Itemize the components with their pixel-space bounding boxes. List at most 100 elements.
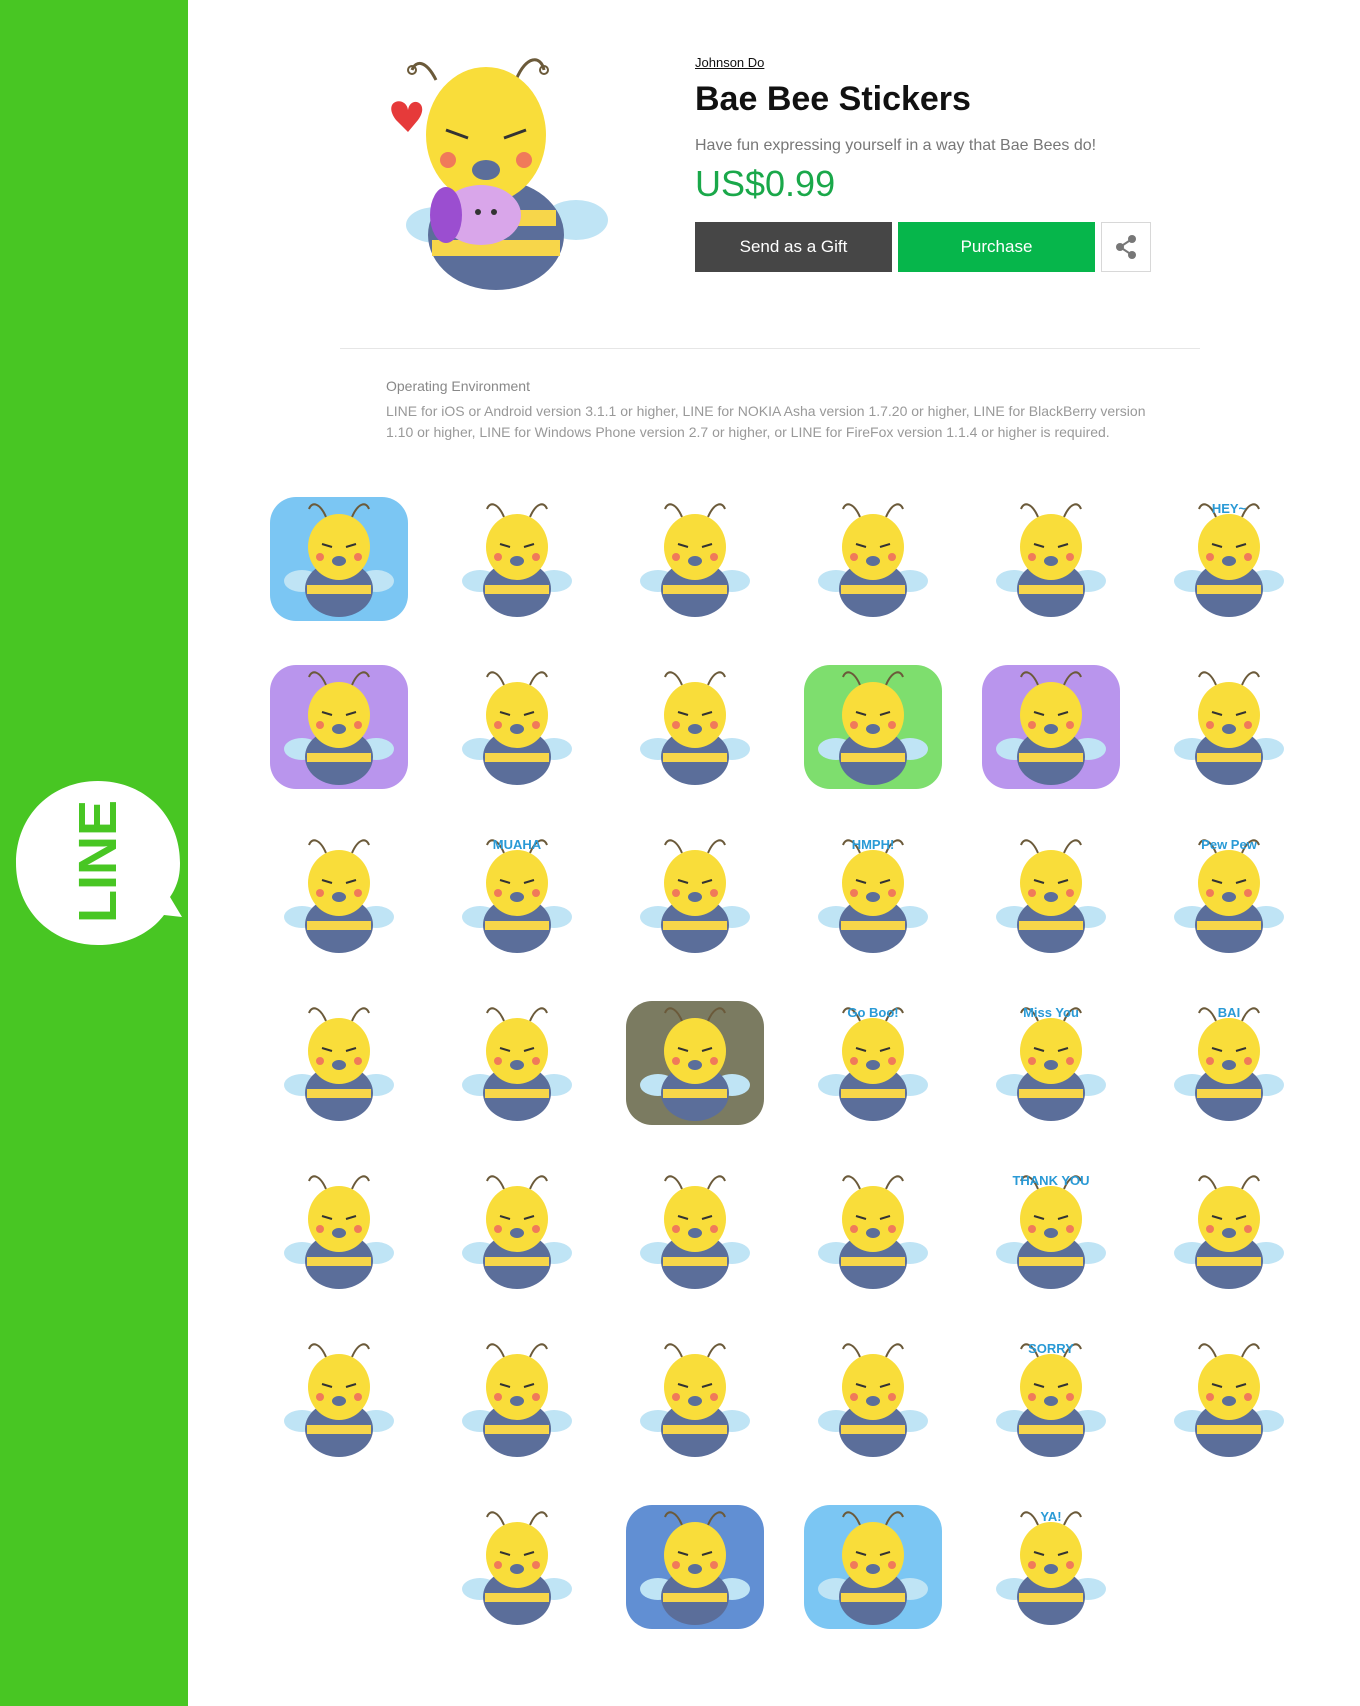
bee-sticker-image bbox=[996, 839, 1106, 953]
bee-sticker-image bbox=[462, 1343, 572, 1457]
bee-sticker-image bbox=[1174, 1175, 1284, 1289]
bee-sticker-image bbox=[284, 1343, 394, 1457]
sticker-item[interactable] bbox=[606, 979, 784, 1147]
send-gift-button[interactable]: Send as a Gift bbox=[695, 222, 892, 272]
sticker-item[interactable]: MUAHA bbox=[428, 811, 606, 979]
bee-sticker-image bbox=[1174, 1343, 1284, 1457]
bee-sticker-image: Miss You bbox=[996, 1005, 1106, 1121]
sticker-item[interactable]: HMPH! bbox=[784, 811, 962, 979]
environment-heading: Operating Environment bbox=[386, 378, 530, 394]
bee-sticker-image bbox=[462, 671, 572, 785]
bee-sticker-image bbox=[640, 1343, 750, 1457]
sticker-caption: THANK YOU bbox=[1012, 1173, 1089, 1188]
author-link[interactable]: Johnson Do bbox=[695, 55, 764, 70]
sticker-caption: SORRY bbox=[1028, 1341, 1074, 1356]
sticker-caption: HEY~ bbox=[1212, 501, 1247, 516]
sticker-caption: MUAHA bbox=[493, 837, 542, 852]
bee-sticker-image bbox=[804, 665, 942, 789]
bee-sticker-image bbox=[1174, 671, 1284, 785]
sticker-caption: YA! bbox=[1040, 1509, 1061, 1524]
sticker-item[interactable] bbox=[784, 475, 962, 643]
sticker-row: Go Boo! Miss You BAI bbox=[250, 979, 1320, 1147]
sticker-description: Have fun expressing yourself in a way th… bbox=[695, 137, 1097, 154]
sticker-item[interactable] bbox=[250, 1147, 428, 1315]
bee-sticker-image bbox=[640, 671, 750, 785]
bee-sticker-image bbox=[270, 665, 408, 789]
bee-sticker-image: Go Boo! bbox=[818, 1005, 928, 1121]
bee-sticker-image bbox=[626, 1001, 764, 1125]
bee-sticker-image: MUAHA bbox=[462, 837, 572, 953]
sticker-item[interactable] bbox=[606, 1315, 784, 1483]
share-icon bbox=[1116, 235, 1136, 259]
bee-sticker-image bbox=[626, 1505, 764, 1629]
sticker-item[interactable]: BAI bbox=[1140, 979, 1318, 1147]
bee-sticker-image bbox=[982, 665, 1120, 789]
bee-sticker-image: BAI bbox=[1174, 1005, 1284, 1121]
sticker-item[interactable] bbox=[606, 1483, 784, 1651]
bee-sticker-image: HEY~ bbox=[1174, 501, 1284, 617]
sticker-item[interactable]: HEY~ bbox=[1140, 475, 1318, 643]
sticker-item[interactable] bbox=[1140, 643, 1318, 811]
sticker-item[interactable]: SORRY bbox=[962, 1315, 1140, 1483]
bee-sticker-image bbox=[462, 503, 572, 617]
sticker-item[interactable] bbox=[1140, 1147, 1318, 1315]
sticker-row: SORRY bbox=[250, 1315, 1320, 1483]
sticker-spacer bbox=[250, 1483, 428, 1651]
sticker-item[interactable]: YA! bbox=[962, 1483, 1140, 1651]
bee-sticker-image bbox=[284, 1175, 394, 1289]
sticker-caption: Pew Pew bbox=[1201, 837, 1258, 852]
sticker-item[interactable]: Go Boo! bbox=[784, 979, 962, 1147]
sticker-item[interactable] bbox=[428, 1147, 606, 1315]
sticker-item[interactable] bbox=[962, 811, 1140, 979]
sticker-item[interactable] bbox=[250, 979, 428, 1147]
sticker-item[interactable] bbox=[428, 643, 606, 811]
sticker-item[interactable] bbox=[250, 811, 428, 979]
bee-sticker-image: Pew Pew bbox=[1174, 837, 1284, 953]
sticker-item[interactable] bbox=[428, 1483, 606, 1651]
sticker-item[interactable] bbox=[428, 475, 606, 643]
sticker-row: THANK YOU bbox=[250, 1147, 1320, 1315]
bee-sticker-image bbox=[284, 1007, 394, 1121]
bee-sticker-image: THANK YOU bbox=[996, 1173, 1106, 1289]
sticker-item[interactable] bbox=[606, 811, 784, 979]
sticker-caption: Go Boo! bbox=[847, 1005, 898, 1020]
sticker-item[interactable] bbox=[1140, 1315, 1318, 1483]
sticker-caption: HMPH! bbox=[852, 837, 895, 852]
sticker-item[interactable] bbox=[784, 1483, 962, 1651]
sticker-item[interactable] bbox=[428, 1315, 606, 1483]
sticker-item[interactable] bbox=[606, 643, 784, 811]
sticker-item[interactable]: THANK YOU bbox=[962, 1147, 1140, 1315]
bee-sticker-image: HMPH! bbox=[818, 837, 928, 953]
sticker-row bbox=[250, 643, 1320, 811]
bee-sticker-image: SORRY bbox=[996, 1341, 1106, 1457]
sticker-caption: BAI bbox=[1218, 1005, 1240, 1020]
sticker-row: YA! bbox=[250, 1483, 1320, 1651]
line-brand-sidebar: LINE bbox=[0, 0, 188, 1706]
sticker-item[interactable] bbox=[606, 1147, 784, 1315]
sticker-item[interactable] bbox=[784, 1315, 962, 1483]
sticker-item[interactable]: Miss You bbox=[962, 979, 1140, 1147]
sticker-item[interactable] bbox=[784, 1147, 962, 1315]
sticker-item[interactable]: Pew Pew bbox=[1140, 811, 1318, 979]
price-label: US$0.99 bbox=[695, 163, 836, 204]
bee-sticker-image bbox=[284, 839, 394, 953]
sticker-item[interactable] bbox=[962, 475, 1140, 643]
bee-sticker-image bbox=[640, 839, 750, 953]
bee-sticker-image bbox=[640, 1175, 750, 1289]
line-logo-icon: LINE bbox=[16, 781, 182, 945]
bee-sticker-image bbox=[462, 1511, 572, 1625]
sticker-item[interactable] bbox=[606, 475, 784, 643]
purchase-button[interactable]: Purchase bbox=[898, 222, 1095, 272]
sticker-item[interactable] bbox=[250, 643, 428, 811]
sticker-item[interactable] bbox=[962, 643, 1140, 811]
sticker-row: HEY~ bbox=[250, 475, 1320, 643]
sticker-item[interactable] bbox=[250, 475, 428, 643]
sticker-item[interactable] bbox=[250, 1315, 428, 1483]
sticker-caption: Miss You bbox=[1023, 1005, 1079, 1020]
environment-text: LINE for iOS or Android version 3.1.1 or… bbox=[386, 403, 1146, 440]
share-button[interactable] bbox=[1101, 222, 1151, 272]
bee-sticker-image bbox=[818, 503, 928, 617]
sticker-item[interactable] bbox=[428, 979, 606, 1147]
sticker-item[interactable] bbox=[784, 643, 962, 811]
bee-sticker-image bbox=[804, 1505, 942, 1629]
